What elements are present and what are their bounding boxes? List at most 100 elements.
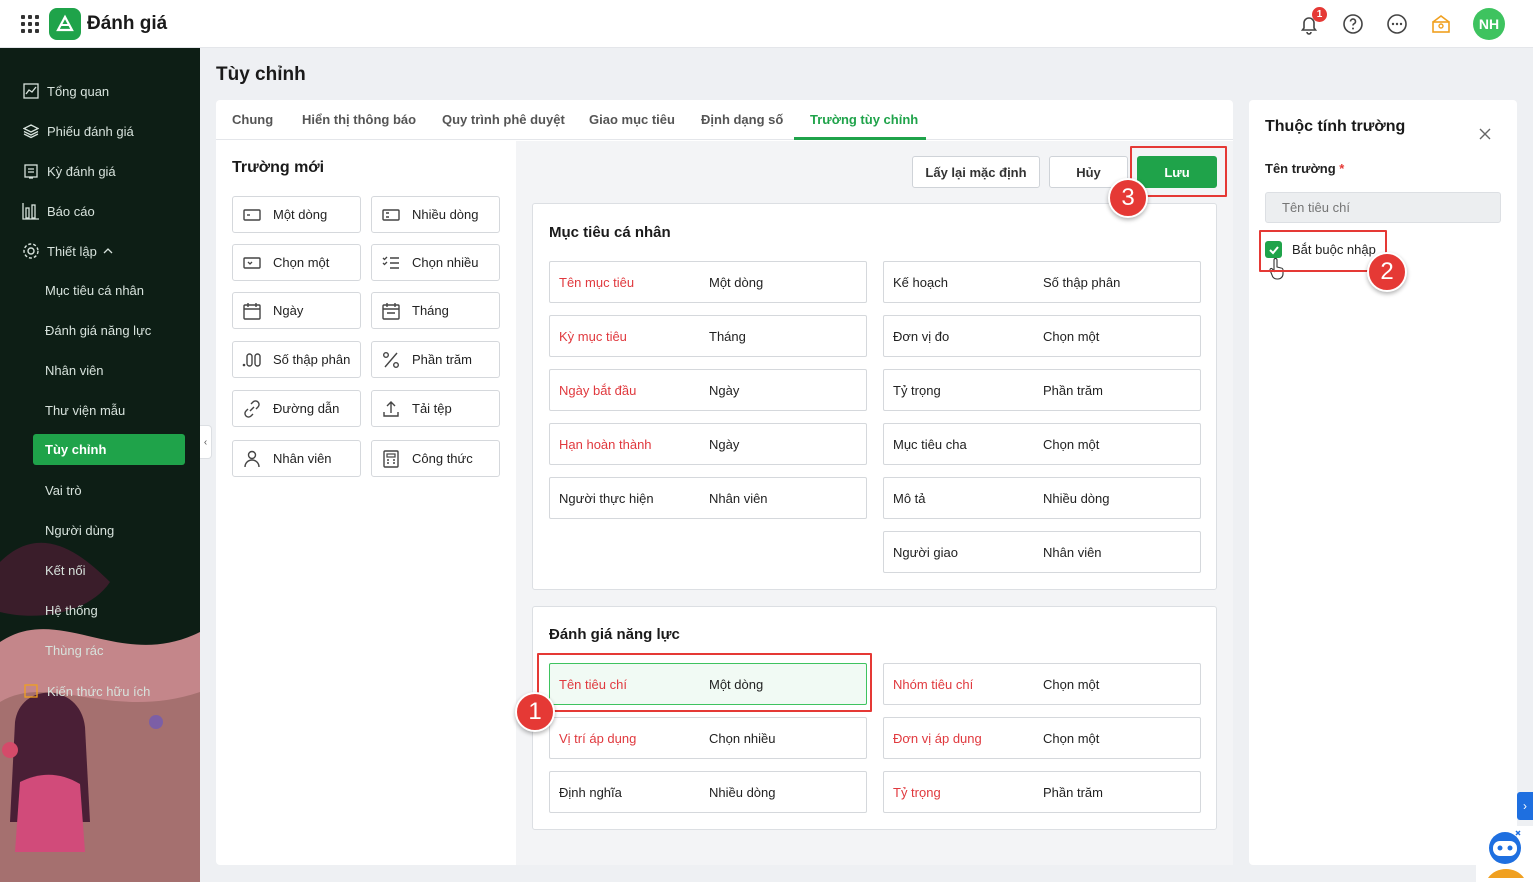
- field-row[interactable]: Người giao Nhân viên: [883, 531, 1201, 573]
- field-row[interactable]: Định nghĩa Nhiều dòng: [549, 771, 867, 813]
- tab-custom-fields[interactable]: Trường tùy chỉnh: [810, 112, 918, 127]
- field-type-employee[interactable]: Nhân viên: [232, 440, 361, 477]
- field-row[interactable]: Kế hoạch Số thập phân: [883, 261, 1201, 303]
- chatbot-icon[interactable]: [1476, 826, 1533, 882]
- tab-general[interactable]: Chung: [232, 112, 273, 127]
- custom-fields-area: Lấy lại mặc định Hủy Lưu Mục tiêu cá nhâ…: [516, 141, 1233, 865]
- field-type-file-upload[interactable]: Tải tệp: [371, 390, 500, 427]
- field-label: Đơn vị áp dụng: [893, 731, 982, 746]
- sidebar-subitem-trash[interactable]: Thùng rác: [45, 643, 104, 658]
- field-type-label: Chọn một: [273, 255, 330, 270]
- field-row[interactable]: Ngày bắt đầu Ngày: [549, 369, 867, 411]
- sidebar-subitem-personal-goals[interactable]: Mục tiêu cá nhân: [45, 283, 144, 298]
- field-row[interactable]: Nhóm tiêu chí Chọn một: [883, 663, 1201, 705]
- field-type: Ngày: [709, 437, 740, 452]
- brand[interactable]: Đánh giá: [49, 7, 167, 40]
- sidebar-subitem-customize[interactable]: Tùy chỉnh: [33, 434, 185, 465]
- field-label: Vị trí áp dụng: [559, 731, 637, 746]
- apps-grid-icon[interactable]: [21, 14, 39, 33]
- reset-default-button[interactable]: Lấy lại mặc định: [912, 156, 1040, 188]
- sidebar-subitem-users[interactable]: Người dùng: [45, 523, 114, 538]
- field-type-label: Công thức: [412, 451, 473, 466]
- field-label: Đơn vị đo: [893, 329, 950, 344]
- field-row[interactable]: Mục tiêu cha Chọn một: [883, 423, 1201, 465]
- field-type-date[interactable]: Ngày: [232, 292, 361, 329]
- tab-notifications[interactable]: Hiển thị thông báo: [302, 112, 416, 127]
- sidebar-item-settings[interactable]: Thiết lập: [22, 241, 113, 261]
- field-type-label: Nhân viên: [273, 451, 332, 466]
- single-line-icon: [241, 204, 263, 226]
- field-row[interactable]: Mô tả Nhiều dòng: [883, 477, 1201, 519]
- sidebar-subitem-competency[interactable]: Đánh giá năng lực: [45, 323, 151, 338]
- field-type-multi-line[interactable]: Nhiều dòng: [371, 196, 500, 233]
- tab-assign-goals[interactable]: Giao mục tiêu: [589, 112, 675, 127]
- field-row[interactable]: Tên mục tiêu Một dòng: [549, 261, 867, 303]
- field-row[interactable]: Tỷ trọng Phần trăm: [883, 771, 1201, 813]
- layers-icon: [22, 122, 40, 140]
- field-type-label: Tháng: [412, 303, 449, 318]
- bar-chart-icon: [22, 202, 40, 220]
- page-title: Tùy chỉnh: [216, 64, 306, 85]
- field-type: Nhân viên: [709, 491, 768, 506]
- chevron-left-icon: ‹: [203, 436, 208, 448]
- field-name-input[interactable]: [1265, 192, 1501, 223]
- sidebar-item-label: Kỳ đánh giá: [47, 163, 116, 179]
- sidebar-item-review-forms[interactable]: Phiếu đánh giá: [22, 121, 134, 141]
- field-row[interactable]: Đơn vị đo Chọn một: [883, 315, 1201, 357]
- field-label: Mục tiêu cha: [893, 437, 967, 452]
- sidebar-collapse-handle[interactable]: ‹: [200, 425, 212, 459]
- field-row[interactable]: Hạn hoàn thành Ngày: [549, 423, 867, 465]
- sidebar-item-reports[interactable]: Báo cáo: [22, 201, 95, 221]
- field-type: Một dòng: [709, 275, 764, 290]
- field-row[interactable]: Kỳ mục tiêu Tháng: [549, 315, 867, 357]
- sidebar-subitem-employees[interactable]: Nhân viên: [45, 363, 104, 378]
- field-type-label: Tải tệp: [412, 401, 452, 416]
- sidebar-item-review-periods[interactable]: Kỳ đánh giá: [22, 161, 116, 181]
- gift-icon[interactable]: [1429, 12, 1453, 36]
- bell-icon[interactable]: 1: [1297, 7, 1327, 36]
- sidebar-subitem-templates[interactable]: Thư viện mẫu: [45, 403, 125, 418]
- annotation-badge-3: 3: [1108, 178, 1148, 218]
- dropdown-icon: [241, 252, 263, 274]
- field-row[interactable]: Đơn vị áp dụng Chọn một: [883, 717, 1201, 759]
- sidebar-subitem-roles[interactable]: Vai trò: [45, 483, 82, 498]
- field-type-percent[interactable]: Phần trăm: [371, 341, 500, 378]
- sidebar-item-knowledge[interactable]: Kiến thức hữu ích: [22, 681, 150, 701]
- tab-approval-flow[interactable]: Quy trình phê duyệt: [442, 112, 565, 127]
- field-type-decimal[interactable]: Số thập phân: [232, 341, 361, 378]
- app-logo-icon: [49, 7, 81, 40]
- field-type: Chọn một: [1043, 437, 1100, 452]
- sidebar-item-label: Kiến thức hữu ích: [47, 683, 151, 699]
- field-type: Số thập phân: [1043, 275, 1121, 290]
- calculator-icon: [380, 448, 402, 470]
- avatar[interactable]: NH: [1473, 8, 1505, 40]
- field-row[interactable]: Vị trí áp dụng Chọn nhiều: [549, 717, 867, 759]
- field-type-formula[interactable]: Công thức: [371, 440, 500, 477]
- field-type-link[interactable]: Đường dẫn: [232, 390, 361, 427]
- field-type-month[interactable]: Tháng: [371, 292, 500, 329]
- field-label: Mô tả: [893, 491, 926, 506]
- field-type: Nhiều dòng: [1043, 491, 1110, 506]
- field-type-single-line[interactable]: Một dòng: [232, 196, 361, 233]
- sidebar-subitem-system[interactable]: Hệ thống: [45, 603, 98, 618]
- field-row[interactable]: Tỷ trọng Phần trăm: [883, 369, 1201, 411]
- multi-line-icon: [380, 204, 402, 226]
- side-expand-tab[interactable]: ›: [1517, 792, 1533, 820]
- field-type-multi-select[interactable]: Chọn nhiều: [371, 244, 500, 281]
- sidebar-item-label: Báo cáo: [47, 203, 95, 219]
- tab-number-format[interactable]: Định dạng số: [701, 112, 783, 127]
- field-row[interactable]: Người thực hiện Nhân viên: [549, 477, 867, 519]
- sidebar-item-overview[interactable]: Tổng quan: [22, 81, 109, 101]
- field-type-label: Nhiều dòng: [412, 207, 479, 222]
- main-card: Chung Hiển thị thông báo Quy trình phê d…: [216, 100, 1233, 865]
- more-icon[interactable]: [1385, 12, 1409, 36]
- field-type-label: Một dòng: [273, 207, 328, 222]
- annotation-box-field: [537, 653, 872, 712]
- field-type: Chọn một: [1043, 677, 1100, 692]
- field-type-single-select[interactable]: Chọn một: [232, 244, 361, 281]
- help-icon[interactable]: [1341, 12, 1365, 36]
- sidebar-subitem-connections[interactable]: Kết nối: [45, 563, 85, 578]
- close-icon[interactable]: [1477, 126, 1493, 142]
- field-label: Kế hoạch: [893, 275, 948, 290]
- field-label: Nhóm tiêu chí: [893, 677, 974, 692]
